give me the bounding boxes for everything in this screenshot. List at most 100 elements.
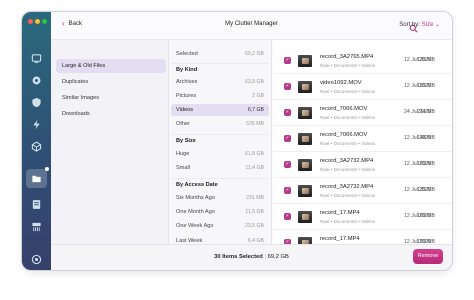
video-thumbnail <box>298 55 312 67</box>
file-path: Raei • Documents • Videos <box>320 219 375 224</box>
filter-size: 23,5 GB <box>244 223 264 229</box>
filter-one-week-ago[interactable]: One Week Ago 23,5 GB <box>171 220 269 232</box>
video-thumbnail <box>298 211 312 223</box>
video-thumbnail <box>298 81 312 93</box>
file-row[interactable]: ✓ video1092.MOV Raei • Documents • Video… <box>273 74 452 100</box>
file-size: 148 MB <box>417 135 435 141</box>
by-access-heading: By Access Date <box>171 178 269 190</box>
back-button[interactable]: ‹ Back <box>62 19 83 28</box>
action-bar: 30 Items Selected | 69,2 GB Remove <box>51 244 452 270</box>
filter-one-month-ago[interactable]: One Month Ago 11,5 GB <box>171 206 269 218</box>
file-checkbox[interactable]: ✓ <box>284 161 291 168</box>
sort-dropdown[interactable]: Sort by: Size ⌄ <box>399 21 440 28</box>
active-indicator-dot <box>45 167 49 171</box>
file-row[interactable]: ✓ record_3A2732.MP4 Raei • Documents • V… <box>273 178 452 204</box>
filter-label: Other <box>176 121 190 127</box>
file-path: Raei • Documents • Videos <box>320 63 375 68</box>
file-list: ✓ record_3A2765.MP4 Raei • Documents • V… <box>273 40 452 256</box>
file-name: record_17.MP4 <box>320 210 360 216</box>
file-name: video1092.MOV <box>320 80 362 86</box>
filter-pictures[interactable]: Pictures 2 GB <box>171 90 269 102</box>
video-thumbnail <box>298 107 312 119</box>
back-label: Back <box>68 21 83 27</box>
file-size: 214 MB <box>417 109 435 115</box>
file-name: record_3A2732.MP4 <box>320 184 374 190</box>
zoom-window-button[interactable] <box>42 19 47 24</box>
filter-size: 69,2 GB <box>244 51 264 57</box>
applications-icon[interactable] <box>30 140 43 153</box>
file-checkbox[interactable]: ✓ <box>284 213 291 220</box>
file-size: 169 MB <box>417 213 435 219</box>
minimize-window-button[interactable] <box>35 19 40 24</box>
sort-label: Sort by: <box>399 22 420 28</box>
filter-size: 6,7 GB <box>247 107 264 113</box>
file-path: Raei • Documents • Videos <box>320 167 375 172</box>
category-downloads[interactable]: Downloads <box>56 107 166 121</box>
file-checkbox[interactable]: ✓ <box>284 135 291 142</box>
file-checkbox[interactable]: ✓ <box>284 187 291 194</box>
file-row[interactable]: ✓ record_7066.MOV Raei • Documents • Vid… <box>273 126 452 152</box>
file-row[interactable]: ✓ record_7066.MOV Raei • Documents • Vid… <box>273 100 452 126</box>
filter-size: 2 GB <box>252 93 264 99</box>
selection-separator: | <box>264 254 266 260</box>
selection-count: 30 Items Selected <box>214 254 263 260</box>
file-row[interactable]: ✓ record_3A2732.MP4 Raei • Documents • V… <box>273 152 452 178</box>
protection-icon[interactable] <box>30 96 43 109</box>
filter-small[interactable]: Small 11,4 GB <box>171 162 269 174</box>
filter-videos[interactable]: Videos 6,7 GB <box>171 104 269 116</box>
filter-label: Huge <box>176 151 190 157</box>
file-row[interactable]: ✓ record_17.MP4 Raei • Documents • Video… <box>273 204 452 230</box>
smart-scan-icon[interactable] <box>30 52 43 65</box>
file-name: record_3A2732.MP4 <box>320 158 374 164</box>
file-name: record_3A2765.MP4 <box>320 54 374 60</box>
filter-other[interactable]: Other 535 MB <box>171 118 269 130</box>
cleanup-icon[interactable] <box>30 74 43 87</box>
filter-selected[interactable]: Selected 69,2 GB <box>171 48 269 60</box>
filter-label: Videos <box>176 107 194 113</box>
file-size: 169 MB <box>417 161 435 167</box>
file-path: Raei • Documents • Videos <box>320 193 375 198</box>
performance-icon[interactable] <box>30 118 43 131</box>
sort-value: Size <box>421 22 434 28</box>
shredder-icon[interactable] <box>30 220 43 233</box>
file-row[interactable]: ✓ record_3A2765.MP4 Raei • Documents • V… <box>273 48 452 74</box>
category-large-old-files[interactable]: Large & Old Files <box>56 59 166 73</box>
file-checkbox[interactable]: ✓ <box>284 109 291 116</box>
filter-list: Selected 69,2 GB By Kind Archives 63,9 G… <box>169 40 272 244</box>
assistant-icon[interactable] <box>30 253 43 266</box>
sidebar-rail <box>22 12 51 270</box>
filter-label: One Month Ago <box>176 209 215 215</box>
filter-archives[interactable]: Archives 63,9 GB <box>171 76 269 88</box>
filter-huge[interactable]: Huge 61,8 GB <box>171 148 269 160</box>
by-size-heading: By Size <box>171 134 269 146</box>
file-name: record_17.MP4 <box>320 236 360 242</box>
file-path: Raei • Documents • Videos <box>320 89 375 94</box>
category-list: Large & Old Files Duplicates Similar Ima… <box>51 40 169 244</box>
filter-size: 231 MB <box>246 195 264 201</box>
my-clutter-icon[interactable] <box>26 167 49 188</box>
filter-size: 61,8 GB <box>244 151 264 157</box>
file-checkbox[interactable]: ✓ <box>284 83 291 90</box>
file-size: 155 MB <box>417 83 435 89</box>
files-icon[interactable] <box>30 198 43 211</box>
video-thumbnail <box>298 133 312 145</box>
remove-button[interactable]: Remove <box>413 249 443 264</box>
filter-label: One Week Ago <box>176 223 214 229</box>
video-thumbnail <box>298 159 312 171</box>
close-window-button[interactable] <box>28 19 33 24</box>
filter-label: Six Months Ago <box>176 195 215 201</box>
file-path: Raei • Documents • Videos <box>320 141 375 146</box>
file-checkbox[interactable]: ✓ <box>284 57 291 64</box>
filter-label: Selected <box>176 51 198 57</box>
file-path: Raei • Documents • Videos <box>320 115 375 120</box>
category-similar-images[interactable]: Similar Images <box>56 91 166 105</box>
chevron-down-icon: ⌄ <box>434 22 440 28</box>
filter-label: Small <box>176 165 190 171</box>
chevron-left-icon: ‹ <box>62 19 65 28</box>
filter-label: Pictures <box>176 93 197 99</box>
file-name: record_7066.MOV <box>320 106 368 112</box>
filter-six-months-ago[interactable]: Six Months Ago 231 MB <box>171 192 269 204</box>
file-size: 135 MB <box>417 57 435 63</box>
category-duplicates[interactable]: Duplicates <box>56 75 166 89</box>
filter-size: 11,4 GB <box>245 165 264 171</box>
